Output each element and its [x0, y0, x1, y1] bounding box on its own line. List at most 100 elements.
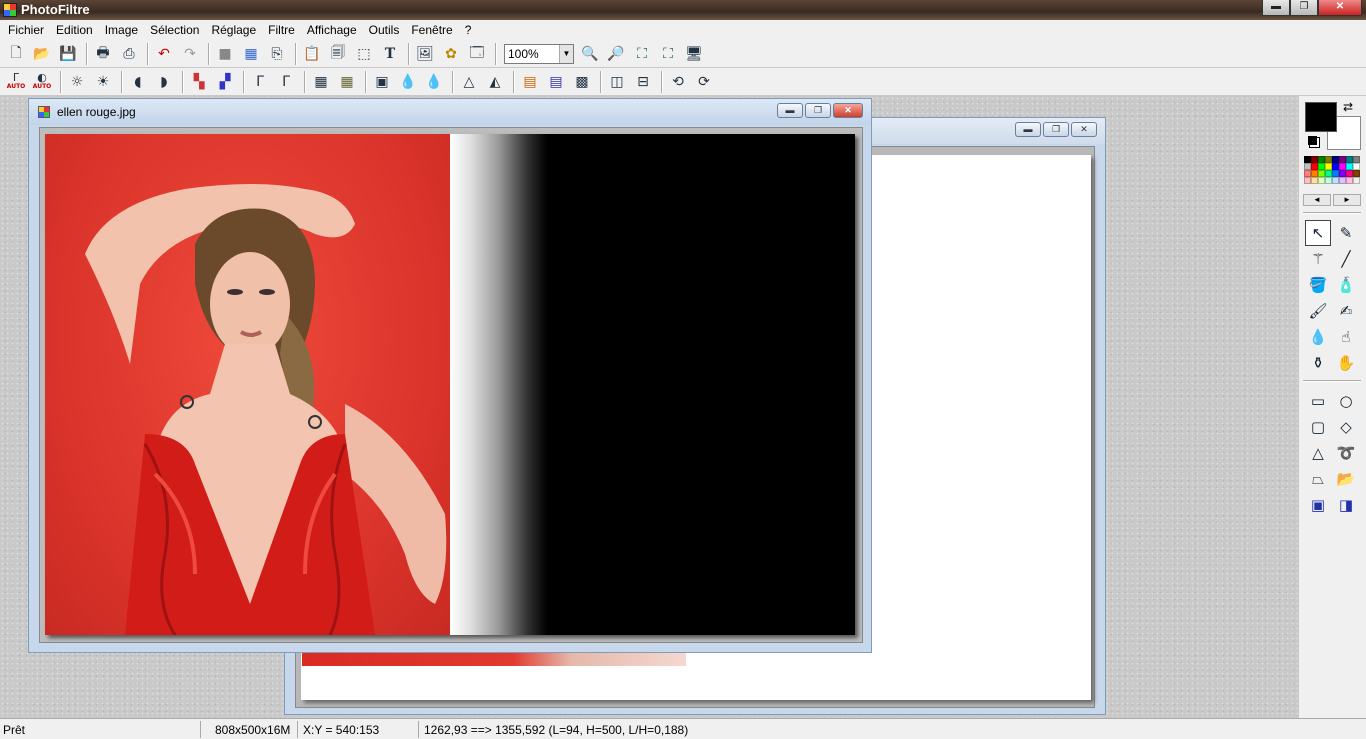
color-balance-icon[interactable]: ▤: [518, 70, 542, 94]
menu-outils[interactable]: Outils: [363, 23, 406, 37]
fullscreen-icon[interactable]: 🖥: [682, 42, 706, 66]
menu-selection[interactable]: Sélection: [144, 23, 205, 37]
palette-swatch[interactable]: [1318, 163, 1325, 170]
fit-image-icon[interactable]: ⛶: [630, 42, 654, 66]
palette-swatch[interactable]: [1311, 156, 1318, 163]
brightness-plus-icon[interactable]: ☀: [91, 70, 115, 94]
foreground-color-swatch[interactable]: [1305, 102, 1337, 132]
new-icon[interactable]: 🗋: [4, 42, 28, 66]
doc-close-button[interactable]: ✕: [1071, 122, 1097, 137]
ellipse-icon[interactable]: ○: [1333, 388, 1359, 414]
document-titlebar[interactable]: ellen rouge.jpg ▬ ❐ ✕: [29, 99, 871, 125]
palette-swatch[interactable]: [1318, 170, 1325, 177]
select-all-icon[interactable]: ▣: [1305, 492, 1331, 518]
save-icon[interactable]: 💾: [56, 42, 80, 66]
image-canvas[interactable]: [45, 134, 855, 635]
palette-prev-button[interactable]: ◄: [1303, 194, 1331, 206]
palette-swatch[interactable]: [1346, 170, 1353, 177]
saturation-plus-icon[interactable]: ▞: [213, 70, 237, 94]
reset-colors-icon[interactable]: [1308, 136, 1317, 145]
mosaic-icon[interactable]: ▣: [370, 70, 394, 94]
menu-fichier[interactable]: Fichier: [2, 23, 50, 37]
paste-icon[interactable]: 📋: [300, 42, 324, 66]
emboss-icon[interactable]: △: [457, 70, 481, 94]
sepia-icon[interactable]: ▦: [335, 70, 359, 94]
menu-fenetre[interactable]: Fenêtre: [405, 23, 458, 37]
redo-icon[interactable]: ↷: [178, 42, 202, 66]
palette-swatch[interactable]: [1353, 177, 1360, 184]
hand-icon[interactable]: ✋: [1333, 350, 1359, 376]
select-arrow-icon[interactable]: ↖: [1305, 220, 1331, 246]
doc-minimize-button[interactable]: ▬: [1015, 122, 1041, 137]
rectangle-icon[interactable]: ▭: [1305, 388, 1331, 414]
actual-size-icon[interactable]: ⛶: [656, 42, 680, 66]
palette-swatch[interactable]: [1346, 177, 1353, 184]
line-icon[interactable]: ╱: [1333, 246, 1359, 272]
menu-help[interactable]: ?: [459, 23, 478, 37]
text-icon[interactable]: T: [378, 42, 402, 66]
color-palette[interactable]: [1304, 156, 1360, 190]
palette-swatch[interactable]: [1339, 170, 1346, 177]
paste-new-icon[interactable]: 🗐: [326, 42, 350, 66]
palette-swatch[interactable]: [1339, 156, 1346, 163]
flip-vertical-icon[interactable]: ⊟: [631, 70, 655, 94]
diamond-icon[interactable]: ◇: [1333, 414, 1359, 440]
menu-filtre[interactable]: Filtre: [262, 23, 301, 37]
palette-swatch[interactable]: [1332, 163, 1339, 170]
restore-button[interactable]: ❐: [1290, 0, 1318, 16]
palette-swatch[interactable]: [1339, 163, 1346, 170]
palette-swatch[interactable]: [1325, 177, 1332, 184]
palette-next-button[interactable]: ►: [1333, 194, 1361, 206]
palette-swatch[interactable]: [1318, 177, 1325, 184]
palette-swatch[interactable]: [1339, 177, 1346, 184]
doc-restore-button[interactable]: ❐: [1043, 122, 1069, 137]
blur-icon[interactable]: 💧: [396, 70, 420, 94]
select-invert-icon[interactable]: ◨: [1333, 492, 1359, 518]
gamma-minus-icon[interactable]: Γ: [248, 70, 272, 94]
saturation-minus-icon[interactable]: ▚: [187, 70, 211, 94]
contrast-minus-icon[interactable]: ◖: [126, 70, 150, 94]
palette-swatch[interactable]: [1325, 170, 1332, 177]
palette-swatch[interactable]: [1311, 177, 1318, 184]
flip-horizontal-icon[interactable]: ◫: [605, 70, 629, 94]
transparency-icon[interactable]: ▩: [570, 70, 594, 94]
lasso-icon[interactable]: ➰: [1333, 440, 1359, 466]
filter-cog-icon[interactable]: ✿: [439, 42, 463, 66]
palette-swatch[interactable]: [1304, 163, 1311, 170]
triangle-icon[interactable]: △: [1305, 440, 1331, 466]
contrast-plus-icon[interactable]: ◗: [152, 70, 176, 94]
palette-swatch[interactable]: [1311, 170, 1318, 177]
brush-icon[interactable]: 🖌: [1305, 298, 1331, 324]
chevron-down-icon[interactable]: ▼: [559, 44, 573, 63]
palette-swatch[interactable]: [1304, 170, 1311, 177]
palette-swatch[interactable]: [1332, 177, 1339, 184]
window-icon[interactable]: 🗔: [465, 42, 489, 66]
rotate-right-icon[interactable]: ⟳: [692, 70, 716, 94]
menu-edition[interactable]: Edition: [50, 23, 99, 37]
zoom-out-icon[interactable]: 🔎: [604, 42, 628, 66]
palette-swatch[interactable]: [1332, 170, 1339, 177]
menu-affichage[interactable]: Affichage: [301, 23, 363, 37]
print-icon[interactable]: 🖶: [91, 42, 115, 66]
auto-contrast-icon[interactable]: ◐ AUTO: [30, 70, 54, 94]
scan-icon[interactable]: ⎙: [117, 42, 141, 66]
blur-drop-icon[interactable]: 💧: [1305, 324, 1331, 350]
magic-wand-icon[interactable]: ⚚: [1305, 246, 1331, 272]
palette-swatch[interactable]: [1353, 156, 1360, 163]
menu-image[interactable]: Image: [99, 23, 144, 37]
stamp-icon[interactable]: ⚱: [1305, 350, 1331, 376]
doc-restore-button[interactable]: ❐: [805, 103, 831, 118]
spray-icon[interactable]: 🧴: [1333, 272, 1359, 298]
image-mask-icon[interactable]: 🖼: [413, 42, 437, 66]
palette-swatch[interactable]: [1311, 163, 1318, 170]
swap-colors-icon[interactable]: ⇄: [1343, 100, 1353, 114]
eyedropper-icon[interactable]: ✎: [1333, 220, 1359, 246]
sharpen-icon[interactable]: 💧: [422, 70, 446, 94]
palette-swatch[interactable]: [1346, 163, 1353, 170]
polygon-lasso-icon[interactable]: ⏢: [1305, 466, 1331, 492]
palette-swatch[interactable]: [1325, 156, 1332, 163]
palette-swatch[interactable]: [1332, 156, 1339, 163]
rounded-rect-icon[interactable]: ▢: [1305, 414, 1331, 440]
color-grid-icon[interactable]: ▦: [239, 42, 263, 66]
palette-swatch[interactable]: [1304, 177, 1311, 184]
